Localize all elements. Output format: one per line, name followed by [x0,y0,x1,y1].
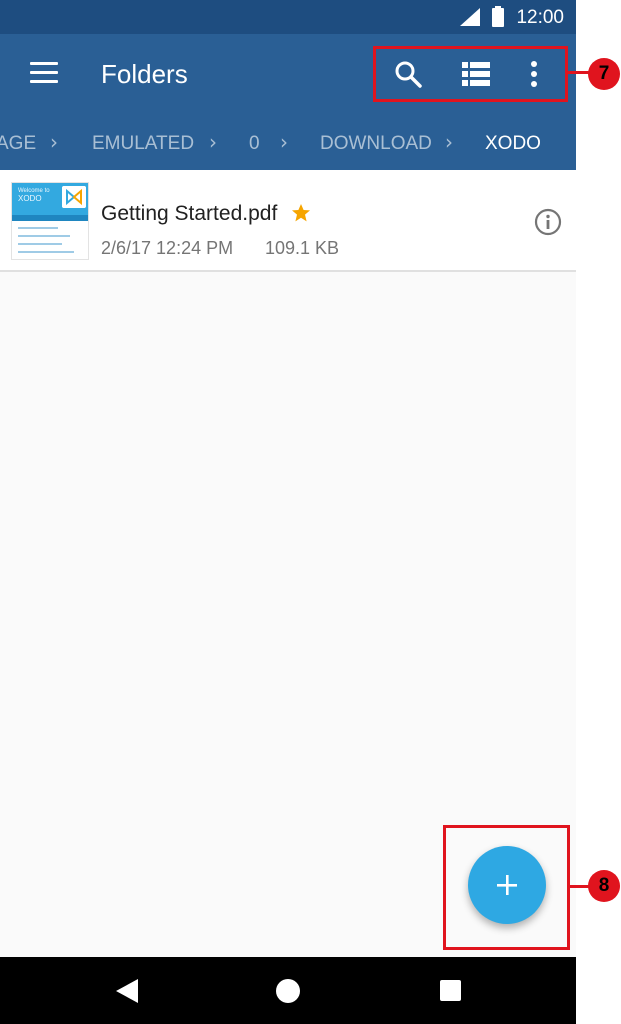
signal-icon [460,8,480,26]
thumbnail-header: Welcome to XODO [12,183,88,215]
star-icon [292,204,310,222]
breadcrumb-item-xodo[interactable]: XODO [485,133,541,155]
annotation-box-7 [373,46,568,102]
annotation-badge-7: 7 [588,58,620,90]
file-date: 2/6/17 12:24 PM [101,238,234,258]
page-title: Folders [101,59,188,89]
breadcrumb-separator: › [209,130,217,154]
recents-icon[interactable] [440,980,461,1001]
list-item[interactable]: Welcome to XODO Getting Started.pdf 2/6/… [0,170,576,272]
annotation-connector-7 [568,71,590,74]
breadcrumb-item-storage[interactable]: AGE [0,133,36,155]
thumbnail-line [18,243,62,245]
screenshot-root: 12:00 Folders AGE › EMULATED › 0 › DOWNL… [0,0,621,1024]
thumbnail-text: XODO [18,194,42,203]
menu-icon[interactable] [30,62,58,86]
breadcrumb-separator: › [50,130,58,154]
breadcrumb-item-emulated[interactable]: EMULATED [92,133,194,155]
annotation-box-8 [443,825,570,950]
breadcrumb: AGE › EMULATED › 0 › DOWNLOAD › XODO [0,116,576,170]
file-name: Getting Started.pdf [101,202,278,225]
thumbnail-line [18,235,70,237]
thumbnail-band [12,215,88,221]
status-bar: 12:00 [0,0,576,34]
status-time: 12:00 [516,7,564,28]
home-icon[interactable] [276,979,300,1003]
file-size: 109.1 KB [265,238,340,258]
annotation-connector-8 [570,885,590,888]
annotation-badge-8: 8 [588,870,620,902]
thumbnail-line [18,251,74,253]
system-nav-bar [0,957,576,1024]
breadcrumb-item-0[interactable]: 0 [249,133,260,155]
battery-icon [492,6,504,27]
file-thumbnail: Welcome to XODO [11,182,89,260]
thumbnail-line [18,227,58,229]
breadcrumb-item-download[interactable]: DOWNLOAD [320,133,432,155]
breadcrumb-separator: › [445,130,453,154]
xodo-logo-icon [62,186,86,208]
breadcrumb-separator: › [280,130,288,154]
info-icon[interactable] [534,208,562,236]
back-icon[interactable] [116,979,138,1003]
